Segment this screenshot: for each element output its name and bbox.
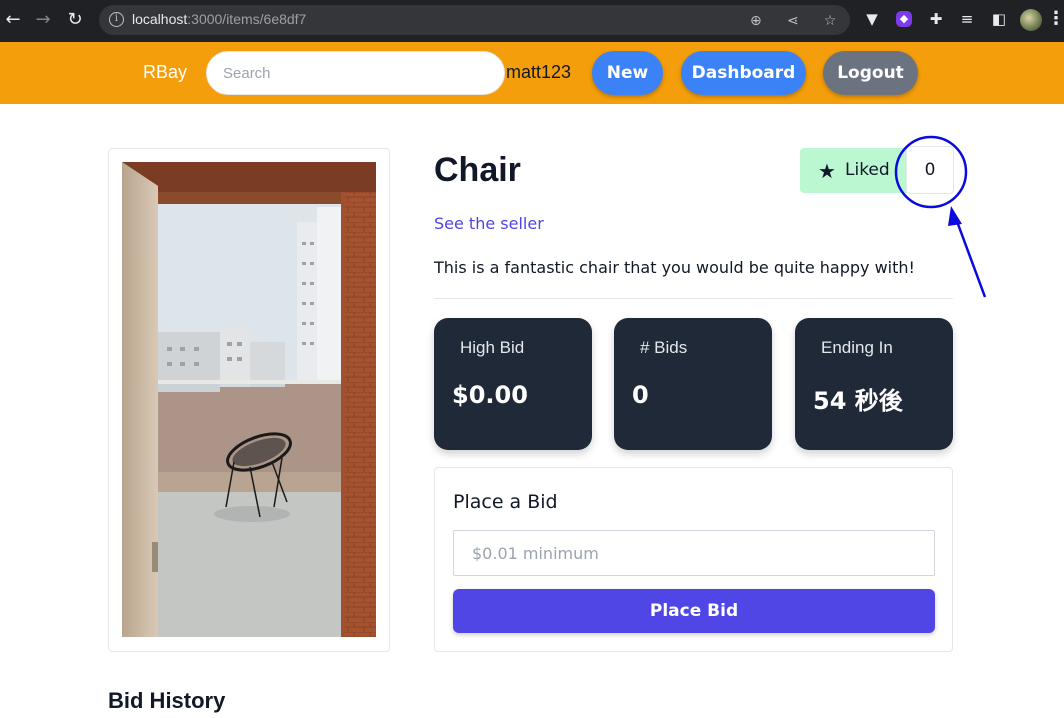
more-menu-icon[interactable]: ⋮ xyxy=(1046,9,1064,29)
item-title: Chair xyxy=(434,151,521,189)
logout-button[interactable]: Logout xyxy=(823,51,918,95)
star-icon: ★ xyxy=(818,159,836,183)
item-photo xyxy=(122,162,376,637)
high-bid-card: High Bid $0.00 xyxy=(434,318,592,450)
app-header: RBay matt123 New Dashboard Logout xyxy=(0,42,1064,104)
stat-value: 54 秒後 xyxy=(813,387,903,415)
place-bid-title: Place a Bid xyxy=(453,491,558,513)
purple-extension-icon[interactable]: ◆ xyxy=(896,11,912,27)
back-icon[interactable]: ← xyxy=(2,9,24,31)
place-bid-button[interactable]: Place Bid xyxy=(453,589,935,633)
media-controls-icon[interactable]: ≡ xyxy=(957,9,977,29)
new-button[interactable]: New xyxy=(592,51,663,95)
vpn-extension-icon[interactable]: ▼ xyxy=(862,9,882,29)
username: matt123 xyxy=(506,62,572,82)
brand-logo[interactable]: RBay xyxy=(143,62,187,83)
puzzle-extensions-icon[interactable]: ✚ xyxy=(926,9,946,29)
reload-icon[interactable]: ↻ xyxy=(64,9,86,31)
profile-avatar[interactable] xyxy=(1020,9,1042,31)
stat-label: # Bids xyxy=(640,338,688,357)
forward-icon[interactable]: → xyxy=(32,9,54,31)
item-image-card xyxy=(108,148,390,652)
stat-label: Ending In xyxy=(821,338,893,357)
ending-in-card: Ending In 54 秒後 xyxy=(795,318,953,450)
dashboard-button[interactable]: Dashboard xyxy=(681,51,806,95)
bookmark-star-icon[interactable]: ☆ xyxy=(820,11,840,31)
see-seller-link[interactable]: See the seller xyxy=(434,214,544,233)
like-button-label: Liked xyxy=(845,160,890,180)
like-count: 0 xyxy=(906,146,954,194)
item-description: This is a fantastic chair that you would… xyxy=(434,258,915,277)
search-input[interactable] xyxy=(206,51,505,95)
bid-count-card: # Bids 0 xyxy=(614,318,772,450)
bid-amount-input[interactable] xyxy=(453,530,935,576)
annotation-arrow-line xyxy=(953,215,987,298)
stat-value: $0.00 xyxy=(452,381,528,409)
url-text: localhost:3000/items/6e8df7 xyxy=(132,11,306,27)
bid-history-heading: Bid History xyxy=(108,688,226,713)
place-bid-card: Place a Bid Place Bid xyxy=(434,467,953,652)
stat-value: 0 xyxy=(632,381,649,409)
browser-toolbar: ← → ↻ i localhost:3000/items/6e8df7 ⊕ ⋖ … xyxy=(0,0,1064,42)
like-button[interactable]: ★ Liked xyxy=(800,148,908,193)
url-path: :3000/items/6e8df7 xyxy=(187,11,307,27)
side-panel-icon[interactable]: ◧ xyxy=(989,9,1009,29)
url-host: localhost xyxy=(132,11,188,27)
divider xyxy=(434,298,953,299)
site-info-icon[interactable]: i xyxy=(109,12,124,27)
address-bar[interactable]: i localhost:3000/items/6e8df7 ⊕ ⋖ ☆ xyxy=(99,5,850,35)
zoom-icon[interactable]: ⊕ xyxy=(746,11,766,31)
annotation-arrowhead xyxy=(948,206,962,226)
stat-label: High Bid xyxy=(460,338,525,357)
share-icon[interactable]: ⋖ xyxy=(783,11,803,31)
